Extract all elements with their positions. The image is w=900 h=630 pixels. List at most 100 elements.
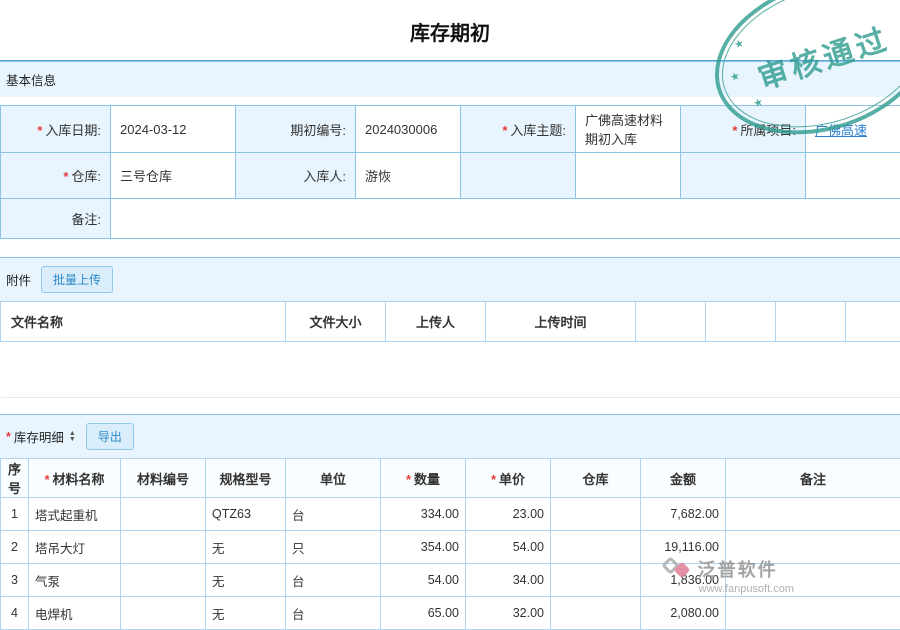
batch-upload-button[interactable]: 批量上传 xyxy=(41,266,113,293)
attach-col-file-name: 文件名称 xyxy=(1,302,286,342)
table-row: 3 气泵 无 台 54.00 34.00 1,836.00 xyxy=(1,564,900,597)
cell-material-name: 气泵 xyxy=(29,564,121,597)
cell-unit-price: 34.00 xyxy=(466,564,551,597)
attach-col-empty xyxy=(706,302,776,342)
table-row: 4 电焊机 无 台 65.00 32.00 2,080.00 xyxy=(1,597,900,630)
det-col-unit: 单位 xyxy=(286,459,381,498)
attach-col-empty xyxy=(636,302,706,342)
cell-model: QTZ63 xyxy=(206,498,286,531)
cell-unit: 台 xyxy=(286,564,381,597)
det-col-model: 规格型号 xyxy=(206,459,286,498)
required-mark: * xyxy=(502,123,507,138)
empty-label-cell xyxy=(461,153,576,199)
required-mark: * xyxy=(63,169,68,184)
cell-model: 无 xyxy=(206,531,286,564)
cell-warehouse xyxy=(551,531,641,564)
cell-material-code xyxy=(121,498,206,531)
inbound-subject-label: *入库主题: xyxy=(461,106,576,153)
required-mark: * xyxy=(37,123,42,138)
cell-material-name: 塔式起重机 xyxy=(29,498,121,531)
table-row: 2 塔吊大灯 无 只 354.00 54.00 19,116.00 xyxy=(1,531,900,564)
required-mark: * xyxy=(406,472,411,487)
cell-model: 无 xyxy=(206,564,286,597)
inbound-person-value: 游恢 xyxy=(356,153,461,199)
cell-model: 无 xyxy=(206,597,286,630)
attach-col-upload-time: 上传时间 xyxy=(486,302,636,342)
remark-value xyxy=(111,199,900,239)
basic-info-section-title: 基本信息 xyxy=(6,70,56,89)
page-title: 库存期初 xyxy=(0,0,900,60)
cell-remark xyxy=(726,597,900,630)
det-col-quantity: *数量 xyxy=(381,459,466,498)
cell-material-code xyxy=(121,564,206,597)
required-mark: * xyxy=(732,123,737,138)
det-col-amount: 金额 xyxy=(641,459,726,498)
cell-quantity: 354.00 xyxy=(381,531,466,564)
attach-col-file-size: 文件大小 xyxy=(286,302,386,342)
empty-label-cell xyxy=(681,153,806,199)
cell-warehouse xyxy=(551,498,641,531)
remark-label: 备注: xyxy=(1,199,111,239)
cell-no: 4 xyxy=(1,597,29,630)
cell-unit: 台 xyxy=(286,498,381,531)
cell-unit: 台 xyxy=(286,597,381,630)
initial-number-label: 期初编号: xyxy=(236,106,356,153)
det-col-remark: 备注 xyxy=(726,459,900,498)
attachments-table: 文件名称 文件大小 上传人 上传时间 xyxy=(0,301,900,398)
cell-material-name: 电焊机 xyxy=(29,597,121,630)
required-mark: * xyxy=(44,472,49,487)
export-button[interactable]: 导出 xyxy=(86,423,134,450)
project-value-cell: 广佛高速 xyxy=(806,106,900,153)
empty-value-cell xyxy=(806,153,900,199)
sort-icon[interactable]: ▲ ▼ xyxy=(69,431,76,443)
cell-quantity: 54.00 xyxy=(381,564,466,597)
inbound-person-label: 入库人: xyxy=(236,153,356,199)
cell-remark xyxy=(726,531,900,564)
cell-unit: 只 xyxy=(286,531,381,564)
cell-warehouse xyxy=(551,597,641,630)
cell-remark xyxy=(726,498,900,531)
project-label: *所属项目: xyxy=(681,106,806,153)
det-col-material-name: *材料名称 xyxy=(29,459,121,498)
det-col-warehouse: 仓库 xyxy=(551,459,641,498)
basic-info-section-header: 基本信息 xyxy=(0,61,900,97)
attach-col-empty xyxy=(776,302,846,342)
warehouse-value: 三号仓库 xyxy=(111,153,236,199)
cell-amount: 19,116.00 xyxy=(641,531,726,564)
details-section-header: * 库存明细 ▲ ▼ 导出 xyxy=(0,414,900,458)
cell-quantity: 65.00 xyxy=(381,597,466,630)
attachments-header-row: 文件名称 文件大小 上传人 上传时间 xyxy=(1,302,900,342)
attach-col-empty xyxy=(846,302,900,342)
details-section-title: 库存明细 xyxy=(14,427,64,446)
initial-number-value: 2024030006 xyxy=(356,106,461,153)
cell-material-name: 塔吊大灯 xyxy=(29,531,121,564)
cell-amount: 1,836.00 xyxy=(641,564,726,597)
table-row: 1 塔式起重机 QTZ63 台 334.00 23.00 7,682.00 xyxy=(1,498,900,531)
sort-desc-icon: ▼ xyxy=(69,437,76,443)
basic-info-form: *入库日期: 2024-03-12 期初编号: 2024030006 *入库主题… xyxy=(0,105,900,239)
project-link[interactable]: 广佛高速 xyxy=(815,123,867,138)
required-mark: * xyxy=(491,472,496,487)
cell-unit-price: 54.00 xyxy=(466,531,551,564)
cell-quantity: 334.00 xyxy=(381,498,466,531)
cell-warehouse xyxy=(551,564,641,597)
cell-no: 1 xyxy=(1,498,29,531)
inbound-date-label: *入库日期: xyxy=(1,106,111,153)
details-table: 序号 *材料名称 材料编号 规格型号 单位 *数量 *单价 仓库 金额 备注 1… xyxy=(0,458,900,630)
required-mark: * xyxy=(6,430,11,444)
attach-col-uploader: 上传人 xyxy=(386,302,486,342)
inbound-date-value: 2024-03-12 xyxy=(111,106,236,153)
page-header: 库存期初 xyxy=(0,0,900,61)
attachments-section-title: 附件 xyxy=(6,270,31,289)
cell-unit-price: 32.00 xyxy=(466,597,551,630)
cell-no: 3 xyxy=(1,564,29,597)
cell-material-code xyxy=(121,531,206,564)
det-col-material-code: 材料编号 xyxy=(121,459,206,498)
attachments-section-header: 附件 批量上传 xyxy=(0,257,900,301)
empty-value-cell xyxy=(576,153,681,199)
cell-material-code xyxy=(121,597,206,630)
cell-no: 2 xyxy=(1,531,29,564)
attachments-empty-row xyxy=(1,342,900,398)
cell-remark xyxy=(726,564,900,597)
det-col-unit-price: *单价 xyxy=(466,459,551,498)
